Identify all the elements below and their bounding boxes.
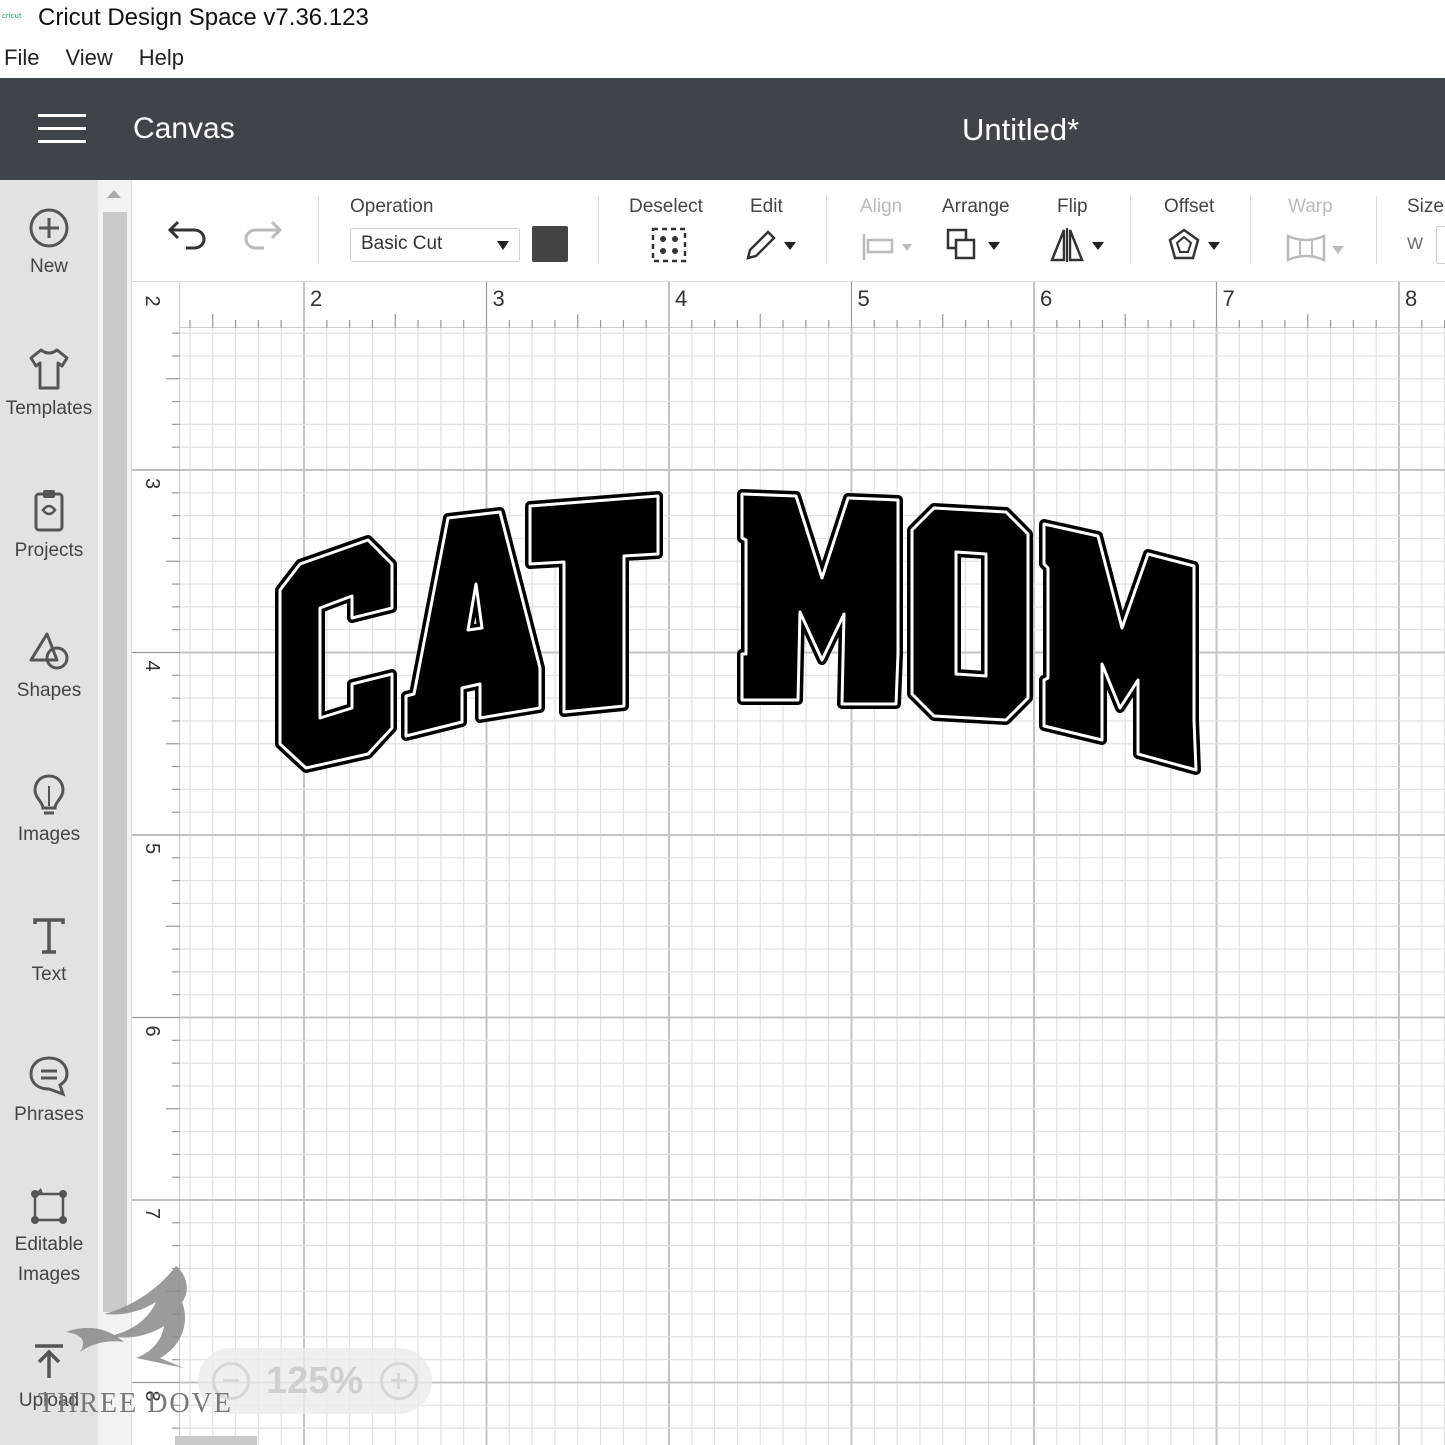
sidebar-item-templates[interactable]: Templates <box>0 346 98 420</box>
ruler-number-top: 7 <box>1223 286 1235 311</box>
align-icon <box>862 234 912 260</box>
shirt-icon <box>29 348 69 390</box>
pencil-icon[interactable] <box>742 226 798 264</box>
letter-a[interactable] <box>401 507 545 741</box>
offset-icon[interactable] <box>1164 226 1224 266</box>
title-bar: cricut Cricut Design Space v7.36.123 <box>0 0 1445 36</box>
ruler-number-left: 5 <box>141 843 163 854</box>
section-title: Canvas <box>133 112 235 145</box>
warp-label: Warp <box>1288 196 1333 217</box>
sidebar-item-label: New <box>29 256 68 277</box>
letter-m-1[interactable] <box>737 489 903 709</box>
sidebar-item-text[interactable]: Text <box>0 914 98 986</box>
arrange-icon[interactable] <box>944 226 1004 264</box>
left-sidebar: New Templates Projects Shapes Images Tex… <box>0 180 98 1445</box>
toolbar-separator <box>826 196 827 264</box>
align-label: Align <box>860 196 903 217</box>
toolbar-separator <box>1376 196 1377 264</box>
ruler-number-left: 2 <box>141 296 163 307</box>
editable-images-icon <box>31 1188 67 1224</box>
scroll-up-arrow-icon[interactable] <box>107 190 121 198</box>
operation-value: Basic Cut <box>361 233 443 254</box>
shapes-icon <box>29 632 69 670</box>
color-swatch[interactable] <box>532 226 568 262</box>
letter-m-2[interactable] <box>1039 519 1201 775</box>
undo-icon[interactable] <box>166 216 208 252</box>
sidebar-item-label: Projects <box>14 540 84 561</box>
lightbulb-icon <box>33 774 65 815</box>
flip-icon[interactable] <box>1048 226 1108 264</box>
toolbar-separator <box>598 196 599 264</box>
sidebar-item-label: Text <box>31 964 67 985</box>
size-label: Size <box>1407 196 1444 217</box>
hamburger-menu-icon[interactable] <box>38 114 86 144</box>
deselect-icon[interactable] <box>650 226 688 264</box>
flip-label: Flip <box>1057 196 1088 217</box>
ruler-number-left: 6 <box>141 1026 163 1037</box>
sidebar-item-shapes[interactable]: Shapes <box>0 630 98 702</box>
watermark-text: THREE DOVE <box>38 1388 233 1419</box>
operation-label: Operation <box>350 196 434 217</box>
sidebar-item-new[interactable]: New <box>0 206 98 278</box>
ruler-number-left: 7 <box>141 1208 163 1219</box>
zoom-level: 125% <box>266 1360 364 1402</box>
scrollbar-thumb[interactable] <box>103 212 127 1312</box>
sidebar-item-label: Images <box>17 824 81 845</box>
window-title: Cricut Design Space v7.36.123 <box>38 4 369 31</box>
sidebar-item-label: Phrases <box>14 1104 84 1125</box>
menu-file[interactable]: File <box>4 45 39 71</box>
app-header: Canvas Untitled* <box>0 78 1445 180</box>
ruler-number-top: 3 <box>493 286 505 311</box>
design-cat-mom[interactable] <box>180 328 1445 1445</box>
menu-view[interactable]: View <box>65 45 112 71</box>
ruler-number-top: 4 <box>675 286 687 311</box>
toolbar-separator <box>318 196 319 264</box>
operation-select[interactable]: Basic Cut <box>350 228 520 262</box>
clipboard-icon <box>34 490 64 532</box>
vertical-scrollbar[interactable] <box>98 180 132 1445</box>
zoom-in-icon[interactable] <box>380 1362 418 1400</box>
design-canvas[interactable] <box>180 328 1445 1445</box>
horizontal-scrollbar-thumb[interactable] <box>175 1436 257 1445</box>
letter-c[interactable] <box>275 535 397 773</box>
offset-label: Offset <box>1164 196 1215 217</box>
size-width-label: W <box>1407 234 1424 253</box>
warp-icon <box>1286 234 1344 262</box>
sidebar-item-label: Editable <box>14 1234 84 1255</box>
ruler-number-top: 8 <box>1405 286 1417 311</box>
ruler-number-top: 2 <box>310 286 322 311</box>
sidebar-item-projects[interactable]: Projects <box>0 488 98 562</box>
speech-bubble-icon <box>29 1056 69 1097</box>
dove-watermark-icon <box>66 1266 187 1368</box>
sidebar-item-images[interactable]: Images <box>0 772 98 846</box>
ruler-number-top: 5 <box>858 286 870 311</box>
app-logo: cricut <box>2 12 22 20</box>
text-icon <box>33 918 65 954</box>
toolbar-separator <box>1250 196 1251 264</box>
ruler-number-left: 4 <box>141 661 163 672</box>
size-width-input[interactable] <box>1436 226 1445 264</box>
ruler-number-left: 3 <box>141 478 163 489</box>
sidebar-item-label: Shapes <box>16 680 82 701</box>
zoom-control: 125% <box>198 1348 432 1414</box>
menu-bar: File View Help <box>0 40 206 76</box>
edit-label: Edit <box>750 196 783 217</box>
sidebar-item-label: Templates <box>5 398 93 419</box>
letter-o[interactable] <box>907 503 1033 725</box>
letter-t[interactable] <box>525 491 663 717</box>
toolbar-separator <box>1130 196 1131 264</box>
document-title[interactable]: Untitled* <box>962 112 1079 148</box>
deselect-label: Deselect <box>629 196 703 217</box>
horizontal-ruler: 2 3 4 5 6 7 8 <box>132 282 1445 328</box>
menu-help[interactable]: Help <box>139 45 184 71</box>
sidebar-item-phrases[interactable]: Phrases <box>0 1054 98 1126</box>
edit-toolbar: Operation Basic Cut Deselect Edit Align … <box>132 180 1445 282</box>
arrange-label: Arrange <box>942 196 1010 217</box>
redo-icon <box>244 220 283 250</box>
plus-circle-icon <box>29 208 69 248</box>
ruler-number-top: 6 <box>1040 286 1052 311</box>
chevron-down-icon <box>497 241 509 250</box>
